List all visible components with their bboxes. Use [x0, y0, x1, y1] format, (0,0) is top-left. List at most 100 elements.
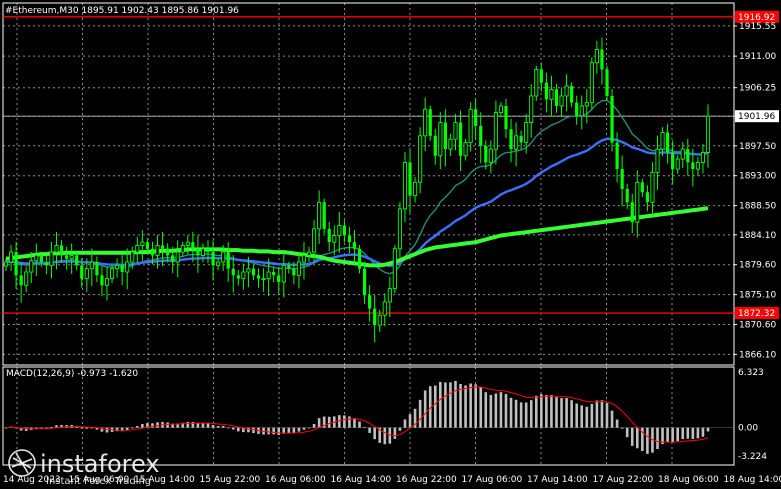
macd-histogram-bar — [398, 427, 402, 431]
macd-histogram-bar — [85, 427, 89, 429]
candle-body-bear — [368, 295, 372, 309]
macd-histogram-bar — [474, 384, 477, 428]
grid — [3, 3, 734, 365]
macd-histogram-bar — [681, 427, 685, 440]
time-tick-label: 18 Aug 14:00 — [724, 475, 781, 485]
macd-histogram-bar — [630, 427, 634, 446]
candle-body-bull — [110, 268, 115, 280]
time-tick-label: 17 Aug 14:00 — [527, 475, 588, 485]
candle-body-bull — [402, 161, 408, 210]
macd-histogram-bar — [656, 427, 659, 450]
time-tick-label: 17 Aug 22:00 — [593, 475, 654, 485]
macd-histogram-bar — [141, 424, 144, 428]
macd-histogram-bar — [635, 427, 639, 449]
macd-histogram-bar — [408, 414, 412, 428]
candle-body-bear — [59, 245, 64, 256]
candle-body-bear — [231, 268, 235, 276]
macd-histogram-bar — [312, 423, 316, 428]
chart-canvas[interactable]: 1916.921872.321901.96 6.3230.00-3.224 19… — [0, 0, 781, 489]
macd-histogram-bar — [418, 399, 422, 428]
ma-slow-line — [5, 206, 709, 268]
candle-body-bull — [34, 254, 39, 262]
candle-body-bull — [296, 261, 301, 276]
candle-body-bear — [433, 135, 437, 156]
candle-body-bull — [382, 301, 387, 316]
candle-body-bear — [373, 308, 377, 326]
candle-body-bull — [49, 251, 54, 266]
time-tick-label: 17 Aug 06:00 — [462, 475, 523, 485]
candle-body-bull — [29, 260, 34, 273]
candle-body-bull — [453, 122, 458, 140]
macd-histogram-bar — [570, 400, 573, 428]
candle-body-bear — [44, 262, 49, 266]
time-tick-label: 16 Aug 06:00 — [265, 475, 326, 485]
candle-body-bear — [519, 135, 523, 143]
macd-histogram-bar — [201, 422, 205, 428]
candle-body-bear — [272, 272, 276, 276]
candle-body-bull — [312, 228, 317, 253]
macd-histogram-bar — [186, 421, 190, 428]
candle-body-bear — [504, 105, 508, 130]
candle-body-bear — [196, 248, 200, 256]
candle-body-bull — [115, 264, 120, 270]
candle-body-bull — [594, 49, 599, 64]
macd-histogram-bar — [545, 395, 548, 428]
time-tick-label: 15 Aug 22:00 — [200, 475, 261, 485]
macd-histogram-bar — [701, 427, 705, 437]
candle-body-bull — [261, 278, 266, 281]
price-tick-label: 1870.60 — [739, 320, 776, 330]
macd-histogram-bar — [388, 427, 392, 444]
candle-body-bull — [140, 241, 145, 246]
macd-histogram-bar — [221, 425, 225, 428]
macd-histogram-bar — [348, 416, 351, 428]
macd-scale-label: 0.00 — [738, 424, 758, 434]
candle-body-bull — [418, 135, 423, 183]
price-tick-label: 1875.10 — [739, 291, 776, 301]
macd-histogram-bar — [479, 387, 483, 428]
candle-body-bull — [675, 158, 680, 170]
candle-body-bull — [175, 251, 180, 263]
candle-body-bull — [3, 261, 9, 267]
macd-histogram-bar — [590, 403, 594, 428]
macd-histogram-bar — [130, 427, 134, 429]
candle-body-bear — [665, 132, 670, 153]
candle-body-bull — [397, 208, 402, 250]
macd-histogram-bar — [459, 383, 462, 428]
macd-histogram-bar — [444, 382, 447, 428]
macd-histogram-bar — [540, 394, 543, 428]
candle-body-bull — [332, 235, 337, 243]
candle-body-bear — [625, 188, 629, 203]
macd-histogram-bar — [454, 380, 457, 428]
macd-histogram-bar — [615, 419, 619, 428]
candle-body-bull — [125, 261, 130, 273]
macd-histogram-bar — [600, 400, 604, 428]
macd-histogram-bar — [534, 395, 538, 428]
macd-histogram-bar — [166, 422, 169, 428]
macd-histogram-bar — [353, 418, 356, 428]
candle-body-bull — [705, 115, 711, 153]
macd-histogram-bar — [433, 385, 437, 428]
macd-histogram-bar — [595, 400, 599, 428]
macd-histogram-bar — [555, 397, 558, 428]
macd-histogram-bar — [666, 427, 669, 443]
candle-body-bear — [19, 275, 23, 286]
macd-histogram-bar — [580, 405, 584, 428]
macd-histogram-bar — [50, 427, 53, 428]
macd-histogram-bar — [565, 398, 568, 428]
macd-histogram-bar — [231, 427, 235, 430]
candle-body-bull — [377, 314, 382, 326]
macd-histogram-bar — [610, 410, 614, 428]
macd-scale-label: -3.224 — [738, 452, 767, 462]
candle-body-bull — [650, 171, 655, 203]
candle-body-bull — [104, 278, 110, 286]
candle-body-bear — [327, 228, 331, 243]
macd-histogram-bar — [469, 383, 472, 428]
macd-histogram-bar — [625, 427, 629, 438]
macd-histogram-bar — [464, 385, 467, 428]
candle-body-bull — [529, 95, 534, 124]
macd-histogram-bar — [363, 427, 366, 428]
candle-body-bear — [292, 268, 296, 276]
macd-histogram-bar — [297, 427, 301, 432]
price-tick-label: 1884.10 — [739, 231, 776, 241]
candle-body-bear — [226, 252, 230, 269]
